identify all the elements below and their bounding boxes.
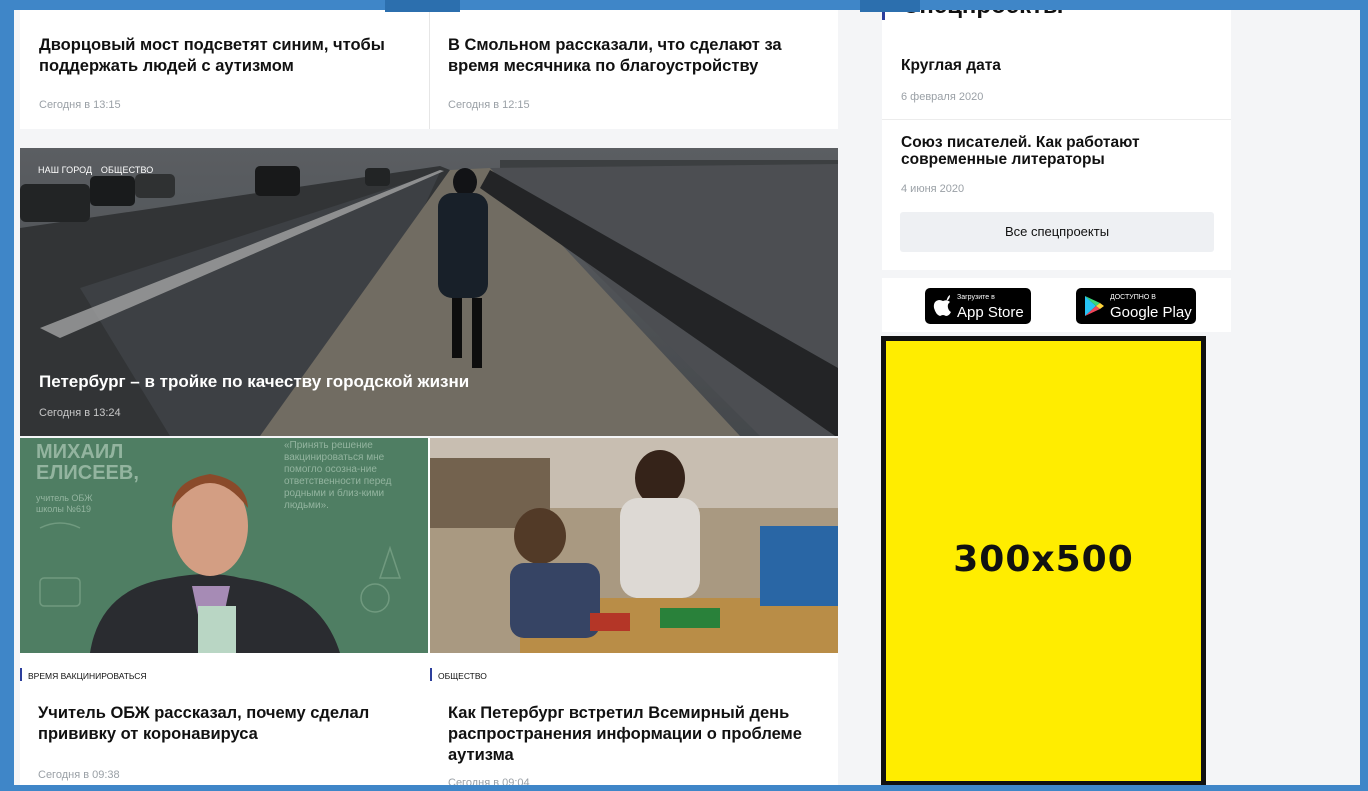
badge-big-text: Google Play xyxy=(1110,304,1192,321)
news-date: Сегодня в 09:38 xyxy=(38,769,120,781)
article-tag[interactable]: ОБЩЕСТВО xyxy=(430,668,487,681)
all-specprojects-button[interactable]: Все спецпроекты xyxy=(900,212,1214,252)
hero-date: Сегодня в 13:24 xyxy=(39,407,121,419)
hero-title[interactable]: Петербург – в тройке по качеству городск… xyxy=(39,372,469,392)
news-title[interactable]: Дворцовый мост подсветят синим, чтобы по… xyxy=(39,35,419,77)
ad-label: 300x500 xyxy=(953,539,1134,580)
specproject-title[interactable]: Круглая дата xyxy=(901,57,1211,74)
badge-small-text: ДОСТУПНО В xyxy=(1110,294,1156,301)
separator xyxy=(882,119,1231,120)
image-quote: «Принять решение вакцинироваться мне пом… xyxy=(284,440,392,511)
ad-banner[interactable]: 300x500 xyxy=(881,336,1206,786)
google-play-badge[interactable]: ДОСТУПНО В Google Play xyxy=(1076,288,1196,324)
news-date: Сегодня в 09:04 xyxy=(448,777,530,789)
article-tag[interactable]: ВРЕМЯ ВАКЦИНИРОВАТЬСЯ xyxy=(20,668,147,681)
news-title[interactable]: Учитель ОБЖ рассказал, почему сделал при… xyxy=(38,703,398,745)
heading-accent xyxy=(882,0,885,20)
top-news-card: Дворцовый мост подсветят синим, чтобы по… xyxy=(20,0,838,129)
news-date: Сегодня в 12:15 xyxy=(448,99,530,111)
app-store-badge[interactable]: Загрузите в App Store xyxy=(925,288,1031,324)
frame-left xyxy=(0,0,14,791)
article-image[interactable] xyxy=(430,438,838,653)
hero-image xyxy=(20,148,838,436)
google-play-icon xyxy=(1085,296,1104,316)
badge-small-text: Загрузите в xyxy=(957,294,995,301)
specproject-date: 6 февраля 2020 xyxy=(901,91,984,103)
news-date: Сегодня в 13:15 xyxy=(39,99,121,111)
app-badges: Загрузите в App Store ДОСТУПНО В Google … xyxy=(882,278,1231,332)
specprojects-card: Спецпроекты Круглая дата 6 февраля 2020 … xyxy=(882,0,1231,270)
apple-icon xyxy=(933,295,951,316)
image-name: МИХАИЛ ЕЛИСЕЕВ, xyxy=(36,441,139,484)
image-subtitle: учитель ОБЖ школы №619 xyxy=(36,493,93,514)
specproject-title[interactable]: Союз писателей. Как работают современные… xyxy=(901,134,1201,168)
frame-right xyxy=(1360,0,1368,791)
article-image[interactable]: МИХАИЛ ЕЛИСЕЕВ, учитель ОБЖ школы №619 «… xyxy=(20,438,428,653)
news-title[interactable]: Как Петербург встретил Всемирный день ра… xyxy=(448,703,808,766)
tag[interactable]: НАШ ГОРОД xyxy=(38,165,92,175)
hero-article[interactable]: НАШ ГОРОД ОБЩЕСТВО Петербург – в тройке … xyxy=(20,148,838,436)
news-title[interactable]: В Смольном рассказали, что сделают за вр… xyxy=(448,35,818,77)
tag[interactable]: ОБЩЕСТВО xyxy=(101,165,154,175)
kindergarten-photo xyxy=(430,438,838,653)
divider xyxy=(429,0,430,129)
specproject-date: 4 июня 2020 xyxy=(901,183,965,195)
hero-tags: НАШ ГОРОД ОБЩЕСТВО xyxy=(38,165,159,175)
badge-big-text: App Store xyxy=(957,304,1024,321)
specprojects-heading[interactable]: Спецпроекты xyxy=(902,0,1063,20)
